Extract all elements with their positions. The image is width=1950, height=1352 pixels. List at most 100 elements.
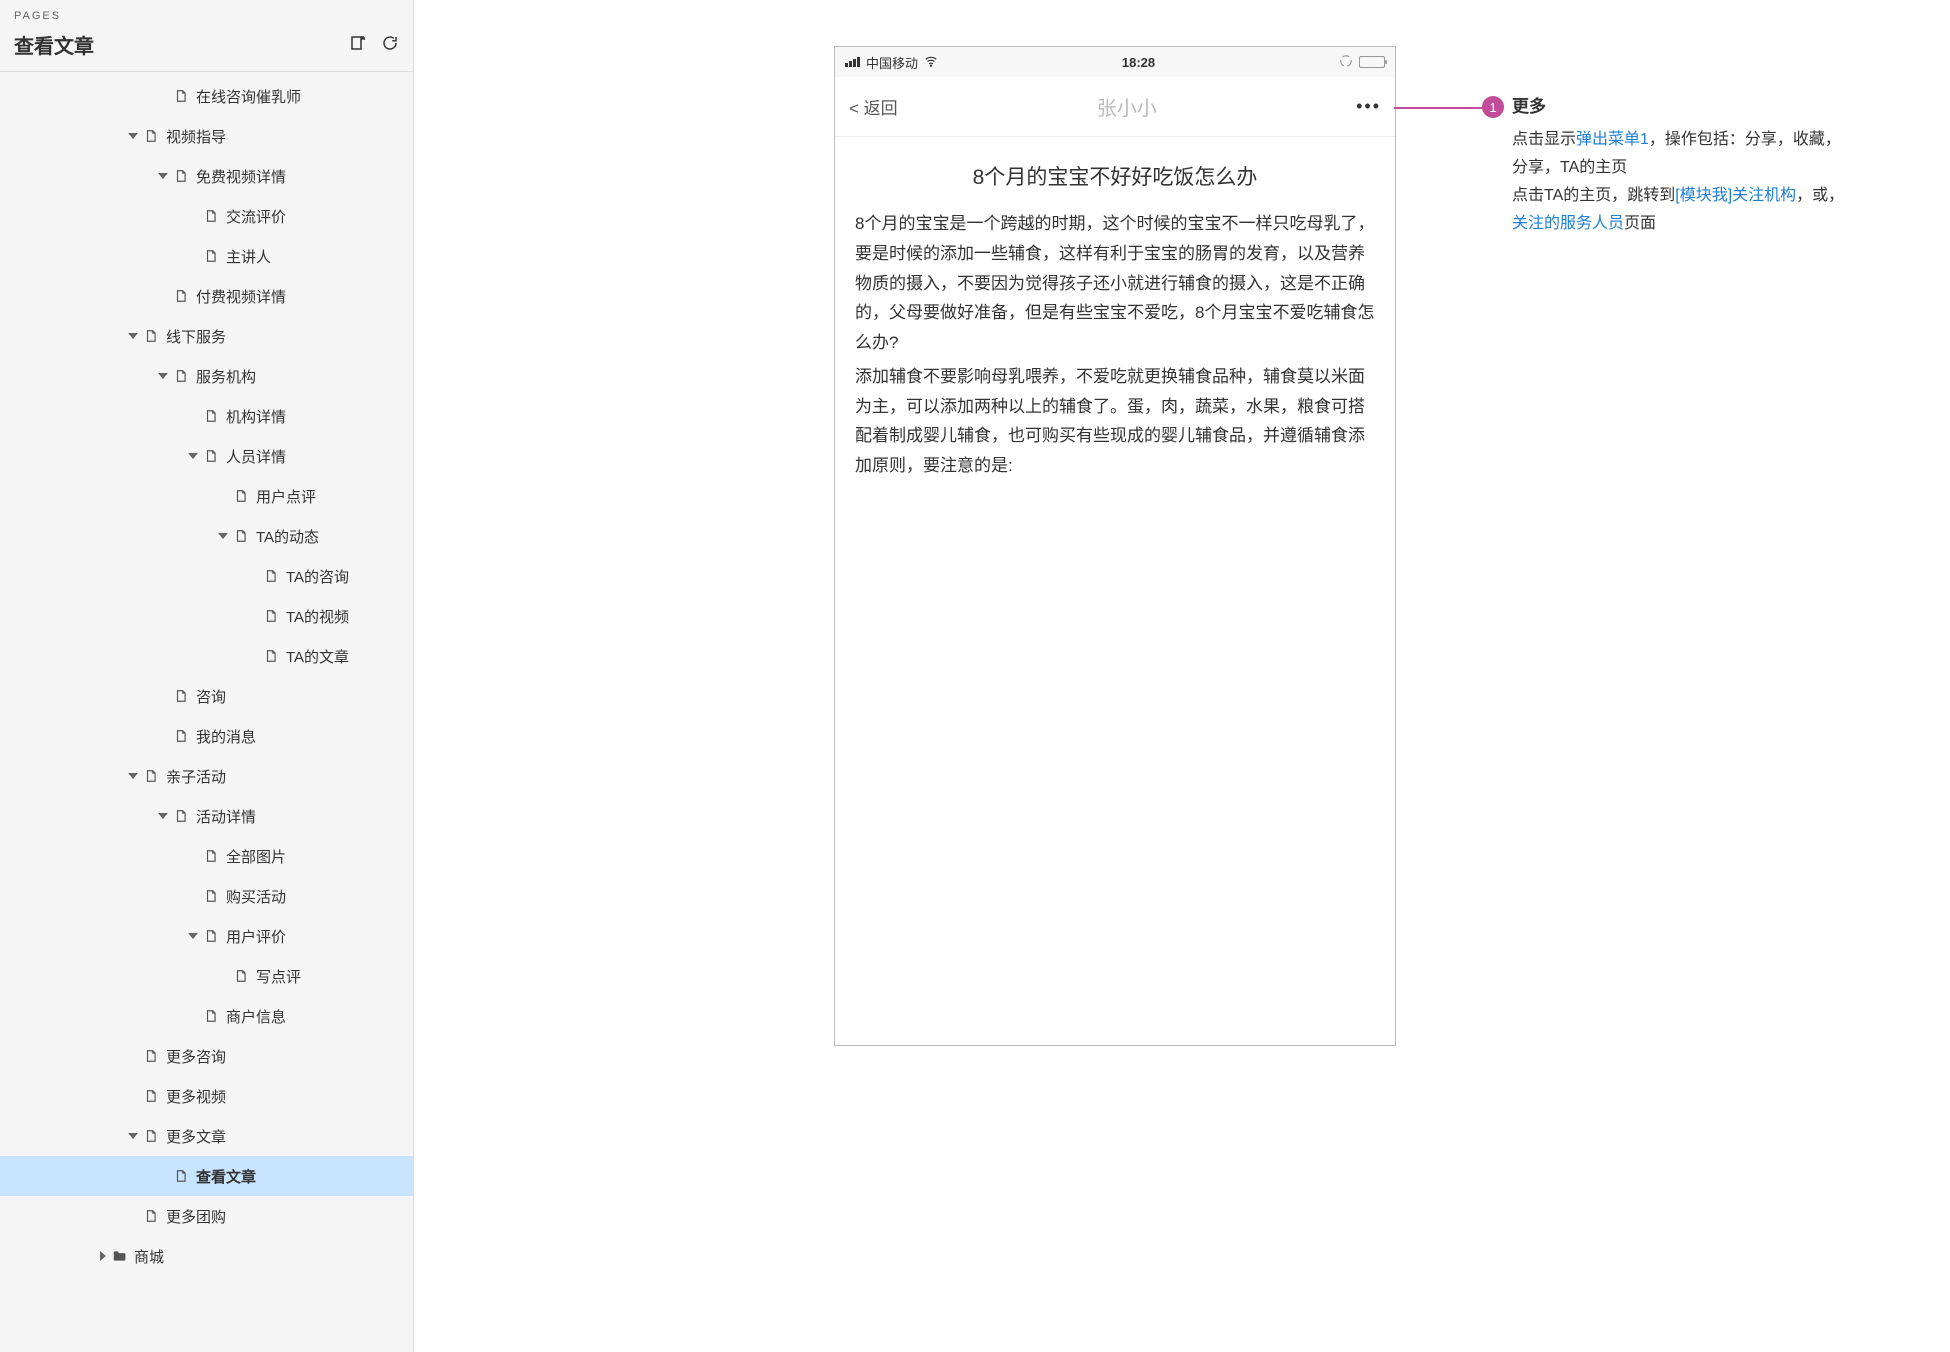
tree-item-label: 更多团购 [166, 1206, 226, 1227]
tree-item-label: 免费视频详情 [196, 166, 286, 187]
tree-item[interactable]: TA的动态 [0, 516, 413, 556]
tree-item-label: 我的消息 [196, 726, 256, 747]
battery-icon [1359, 56, 1385, 68]
tree-item-label: 活动详情 [196, 806, 256, 827]
page-icon [204, 249, 218, 263]
tree-item[interactable]: 查看文章 [0, 1156, 413, 1196]
page-icon [204, 889, 218, 903]
status-bar: 中国移动 18:28 [835, 47, 1395, 77]
page-icon [144, 329, 158, 343]
tree-item-label: 机构详情 [226, 406, 286, 427]
nav-bar: < 返回 张小小 ••• [835, 77, 1395, 137]
expand-icon[interactable] [128, 773, 138, 779]
tree-item[interactable]: 活动详情 [0, 796, 413, 836]
tree-item-label: 购买活动 [226, 886, 286, 907]
tree-item[interactable]: 更多视频 [0, 1076, 413, 1116]
tree-item-label: 在线咨询催乳师 [196, 86, 301, 107]
tree-item-label: 更多视频 [166, 1086, 226, 1107]
annotation-span: 点击显示 [1512, 131, 1576, 148]
canvas: 中国移动 18:28 < 返回 张小小 ••• 8个月的宝宝不好好吃饭怎么办 8… [414, 0, 1950, 1352]
page-icon [204, 449, 218, 463]
tree-item[interactable]: 商城 [0, 1236, 413, 1276]
tree-item[interactable]: 服务机构 [0, 356, 413, 396]
expand-icon[interactable] [158, 373, 168, 379]
expand-icon[interactable] [128, 1133, 138, 1139]
refresh-icon[interactable] [381, 34, 399, 55]
page-icon [264, 649, 278, 663]
annotation-span: ，或， [1796, 187, 1844, 204]
annotation-link-popup[interactable]: 弹出菜单1 [1576, 131, 1649, 148]
tree-item[interactable]: 更多咨询 [0, 1036, 413, 1076]
tree-item[interactable]: 亲子活动 [0, 756, 413, 796]
tree-item[interactable]: 更多文章 [0, 1116, 413, 1156]
annotation-link-module[interactable]: [模块我]关注机构 [1675, 187, 1796, 204]
tree-item[interactable]: 商户信息 [0, 996, 413, 1036]
tree-item[interactable]: 用户点评 [0, 476, 413, 516]
page-icon [234, 489, 248, 503]
tree-item-label: 主讲人 [226, 246, 271, 267]
expand-icon[interactable] [188, 453, 198, 459]
wifi-icon [924, 54, 938, 71]
expand-icon[interactable] [158, 173, 168, 179]
page-icon [204, 409, 218, 423]
expand-icon[interactable] [158, 813, 168, 819]
expand-icon[interactable] [128, 333, 138, 339]
article-title: 8个月的宝宝不好好吃饭怎么办 [835, 137, 1395, 209]
page-icon [144, 1089, 158, 1103]
annotation-text: 更多 点击显示弹出菜单1，操作包括：分享，收藏，分享，TA的主页 点击TA的主页… [1512, 92, 1852, 238]
back-button[interactable]: < 返回 [849, 94, 898, 119]
expand-icon[interactable] [218, 533, 228, 539]
statusbar-time: 18:28 [938, 55, 1339, 70]
annotation-span: 点击TA的主页，跳转到 [1512, 187, 1675, 204]
tree-item[interactable]: 免费视频详情 [0, 156, 413, 196]
tree-item[interactable]: 视频指导 [0, 116, 413, 156]
tree-item[interactable]: 用户评价 [0, 916, 413, 956]
tree-item-label: 亲子活动 [166, 766, 226, 787]
tree-item[interactable]: TA的文章 [0, 636, 413, 676]
tree-item[interactable]: 机构详情 [0, 396, 413, 436]
tree-item[interactable]: 购买活动 [0, 876, 413, 916]
tree-item[interactable]: 主讲人 [0, 236, 413, 276]
page-icon [144, 1129, 158, 1143]
article-paragraph: 8个月的宝宝是一个跨越的时期，这个时候的宝宝不一样只吃母乳了，要是时候的添加一些… [855, 209, 1375, 358]
pages-tree[interactable]: 在线咨询催乳师视频指导免费视频详情交流评价主讲人付费视频详情线下服务服务机构机构… [0, 72, 413, 1352]
tree-item[interactable]: 更多团购 [0, 1196, 413, 1236]
carrier-label: 中国移动 [866, 53, 918, 72]
nav-title: 张小小 [898, 92, 1356, 121]
tree-item[interactable]: 咨询 [0, 676, 413, 716]
tree-item[interactable]: TA的咨询 [0, 556, 413, 596]
tree-item[interactable]: 我的消息 [0, 716, 413, 756]
tree-item-label: 商户信息 [226, 1006, 286, 1027]
tree-item-label: TA的文章 [286, 646, 349, 667]
page-icon [174, 729, 188, 743]
page-title: 查看文章 [14, 30, 94, 59]
expand-icon[interactable] [100, 1251, 106, 1261]
page-icon [234, 969, 248, 983]
page-icon [204, 929, 218, 943]
page-icon [174, 89, 188, 103]
tree-item[interactable]: 线下服务 [0, 316, 413, 356]
tree-item[interactable]: 人员详情 [0, 436, 413, 476]
page-icon [264, 609, 278, 623]
annotation-span: 页面 [1624, 215, 1656, 232]
tree-item-label: 用户点评 [256, 486, 316, 507]
page-icon [144, 129, 158, 143]
tree-item[interactable]: TA的视频 [0, 596, 413, 636]
page-icon [144, 1209, 158, 1223]
tree-item[interactable]: 全部图片 [0, 836, 413, 876]
tree-item[interactable]: 付费视频详情 [0, 276, 413, 316]
tree-item-label: 付费视频详情 [196, 286, 286, 307]
tree-item[interactable]: 交流评价 [0, 196, 413, 236]
page-icon [144, 1049, 158, 1063]
more-button[interactable]: ••• [1356, 96, 1381, 117]
page-icon [174, 369, 188, 383]
annotation-link-staff[interactable]: 关注的服务人员 [1512, 215, 1624, 232]
export-icon[interactable] [349, 34, 367, 55]
loading-icon [1339, 54, 1353, 71]
tree-item[interactable]: 在线咨询催乳师 [0, 76, 413, 116]
expand-icon[interactable] [188, 933, 198, 939]
phone-mockup: 中国移动 18:28 < 返回 张小小 ••• 8个月的宝宝不好好吃饭怎么办 8… [834, 46, 1396, 1046]
tree-item[interactable]: 写点评 [0, 956, 413, 996]
expand-icon[interactable] [128, 133, 138, 139]
tree-item-label: TA的动态 [256, 526, 319, 547]
